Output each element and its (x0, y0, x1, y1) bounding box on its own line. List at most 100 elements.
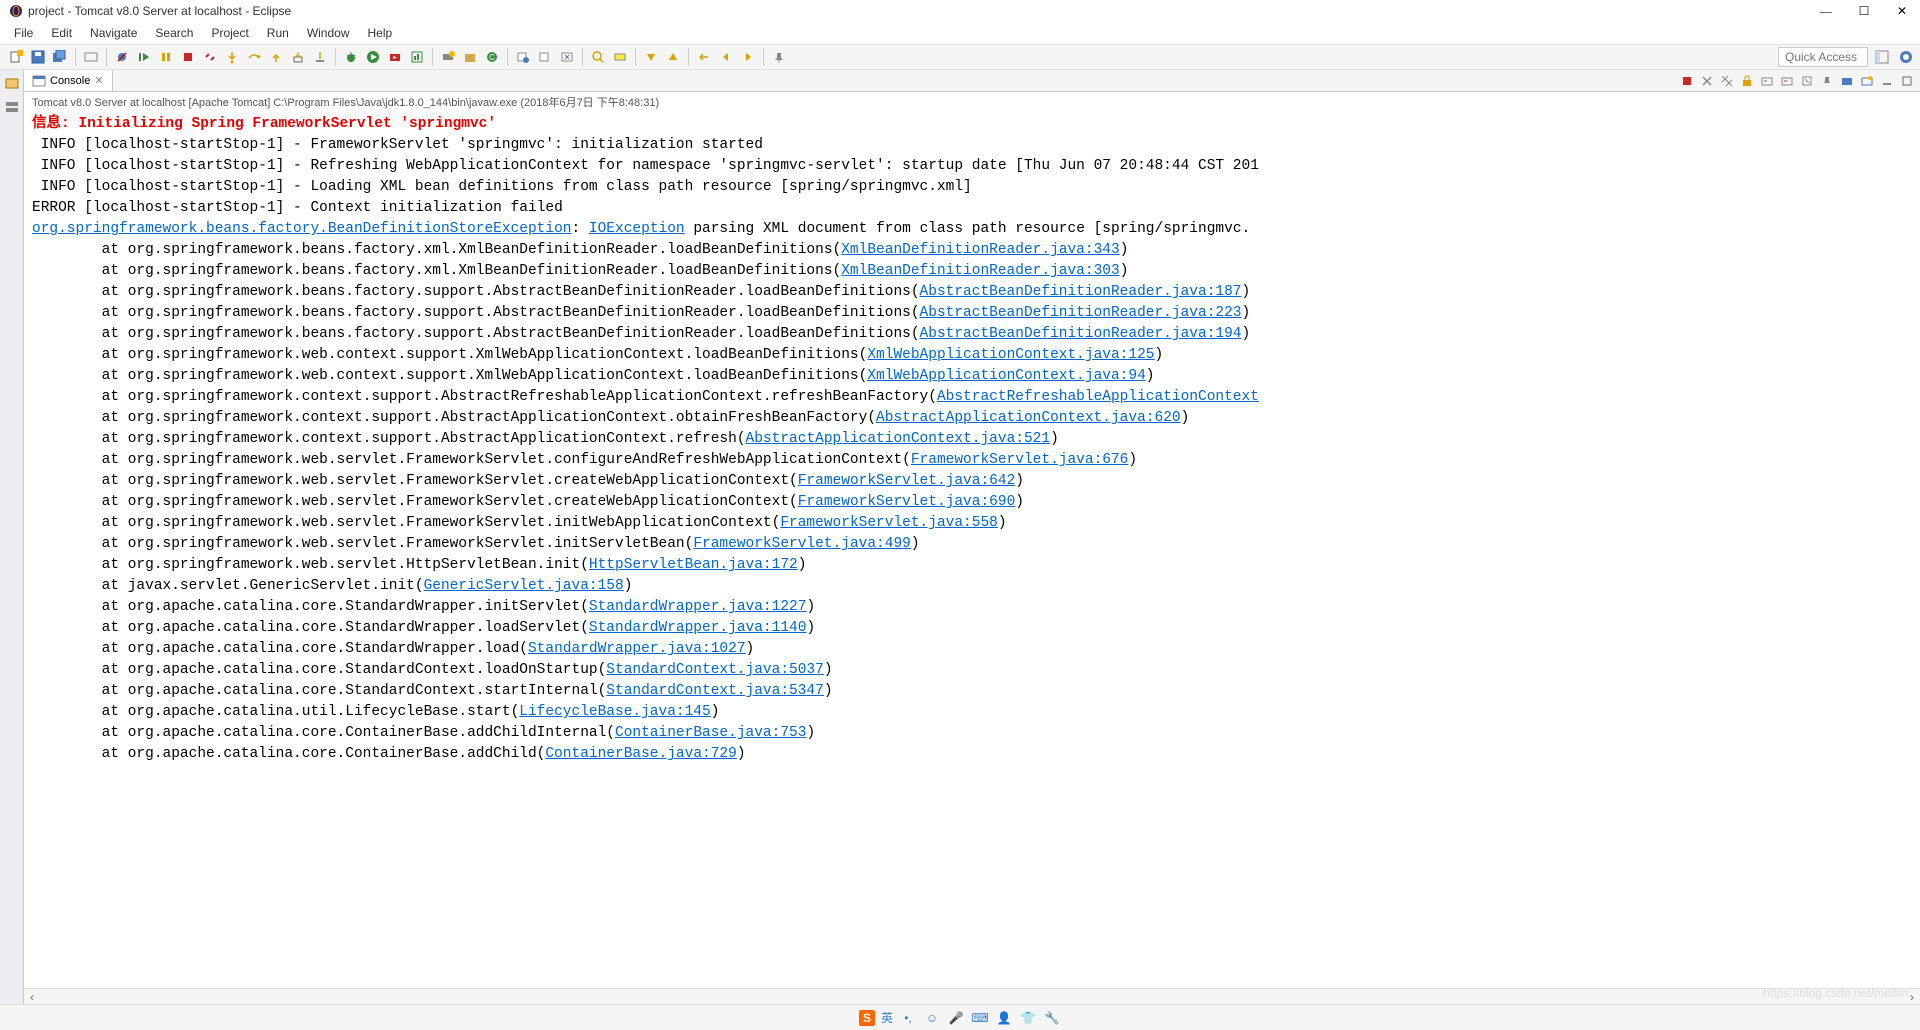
stacktrace-link[interactable]: XmlWebApplicationContext.java:125 (867, 347, 1154, 363)
forward-button[interactable] (738, 47, 758, 67)
open-perspective-button[interactable] (1872, 47, 1892, 67)
save-button[interactable] (28, 47, 48, 67)
show-console-on-output-icon[interactable] (1758, 72, 1776, 90)
show-console-on-error-icon[interactable] (1778, 72, 1796, 90)
search-button[interactable] (588, 47, 608, 67)
stacktrace-link[interactable]: FrameworkServlet.java:558 (780, 515, 998, 531)
stacktrace-link[interactable]: StandardContext.java:5037 (606, 662, 824, 678)
open-task-button[interactable] (513, 47, 533, 67)
new-java-package-button[interactable] (460, 47, 480, 67)
stacktrace-link[interactable]: GenericServlet.java:158 (424, 578, 624, 594)
quick-access-input[interactable] (1778, 47, 1868, 67)
stacktrace-link[interactable]: FrameworkServlet.java:676 (911, 452, 1129, 468)
package-explorer-icon[interactable] (3, 74, 21, 92)
console-tab-close-icon[interactable]: ✕ (94, 74, 103, 87)
next-annotation-button[interactable] (641, 47, 661, 67)
pin-editor-button[interactable] (769, 47, 789, 67)
shirt-icon[interactable]: 👕 (1019, 1009, 1037, 1027)
stacktrace-link[interactable]: LifecycleBase.java:145 (519, 704, 710, 720)
open-console-icon[interactable] (1858, 72, 1876, 90)
close-button[interactable]: ✕ (1892, 4, 1912, 19)
run-button[interactable] (363, 47, 383, 67)
new-task-button[interactable] (535, 47, 555, 67)
ime-badge[interactable]: S (859, 1010, 875, 1026)
menu-window[interactable]: Window (299, 24, 358, 42)
menu-run[interactable]: Run (259, 24, 297, 42)
menu-search[interactable]: Search (147, 24, 201, 42)
stacktrace-link[interactable]: AbstractRefreshableApplicationContext (937, 389, 1259, 405)
remove-launch-icon[interactable] (1698, 72, 1716, 90)
clear-console-icon[interactable] (1798, 72, 1816, 90)
menu-project[interactable]: Project (203, 24, 256, 42)
menu-edit[interactable]: Edit (43, 24, 80, 42)
stacktrace-link[interactable]: AbstractBeanDefinitionReader.java:223 (920, 305, 1242, 321)
stacktrace-link[interactable]: ContainerBase.java:753 (615, 725, 806, 741)
mic-icon[interactable]: 🎤 (947, 1009, 965, 1027)
stacktrace-link[interactable]: StandardWrapper.java:1140 (589, 620, 807, 636)
new-type-button[interactable]: C (482, 47, 502, 67)
exception-link[interactable]: org.springframework.beans.factory.BeanDe… (32, 221, 572, 237)
scroll-left-icon[interactable]: ‹ (24, 990, 40, 1004)
stacktrace-link[interactable]: AbstractApplicationContext.java:620 (876, 410, 1181, 426)
toggle-mark-occurrences-button[interactable] (610, 47, 630, 67)
disconnect-button[interactable] (200, 47, 220, 67)
debug-button[interactable] (341, 47, 361, 67)
ime-language[interactable]: 英 (881, 1009, 893, 1026)
java-ee-perspective-button[interactable] (1896, 47, 1916, 67)
stacktrace-link[interactable]: FrameworkServlet.java:642 (798, 473, 1016, 489)
switch-editor-button[interactable] (81, 47, 101, 67)
save-all-button[interactable] (50, 47, 70, 67)
terminate-button[interactable] (178, 47, 198, 67)
coverage-button[interactable] (407, 47, 427, 67)
scroll-lock-icon[interactable] (1738, 72, 1756, 90)
suspend-button[interactable] (156, 47, 176, 67)
terminate-icon[interactable] (1678, 72, 1696, 90)
stacktrace-link[interactable]: StandardContext.java:5347 (606, 683, 824, 699)
stacktrace-link[interactable]: XmlBeanDefinitionReader.java:343 (841, 242, 1119, 258)
stacktrace-link[interactable]: AbstractApplicationContext.java:521 (746, 431, 1051, 447)
person-icon[interactable]: 👤 (995, 1009, 1013, 1027)
minimize-view-icon[interactable] (1878, 72, 1896, 90)
menu-navigate[interactable]: Navigate (82, 24, 145, 42)
stacktrace-link[interactable]: AbstractBeanDefinitionReader.java:194 (920, 326, 1242, 342)
stacktrace-link[interactable]: FrameworkServlet.java:499 (693, 536, 911, 552)
step-return-button[interactable] (266, 47, 286, 67)
stacktrace-link[interactable]: AbstractBeanDefinitionReader.java:187 (920, 284, 1242, 300)
new-server-button[interactable] (438, 47, 458, 67)
step-over-button[interactable] (244, 47, 264, 67)
step-into-button[interactable] (222, 47, 242, 67)
new-button[interactable] (6, 47, 26, 67)
open-type-button[interactable] (557, 47, 577, 67)
stacktrace-link[interactable]: StandardWrapper.java:1027 (528, 641, 746, 657)
back-button[interactable] (716, 47, 736, 67)
drop-to-frame-button[interactable] (288, 47, 308, 67)
wrench-icon[interactable]: 🔧 (1043, 1009, 1061, 1027)
skip-breakpoints-button[interactable] (112, 47, 132, 67)
stacktrace-link[interactable]: FrameworkServlet.java:690 (798, 494, 1016, 510)
previous-annotation-button[interactable] (663, 47, 683, 67)
maximize-view-icon[interactable] (1898, 72, 1916, 90)
horizontal-scrollbar[interactable]: ‹ › (24, 988, 1920, 1004)
stacktrace-link[interactable]: XmlWebApplicationContext.java:94 (867, 368, 1145, 384)
menu-help[interactable]: Help (360, 24, 401, 42)
stacktrace-link[interactable]: HttpServletBean.java:172 (589, 557, 798, 573)
stacktrace-link[interactable]: XmlBeanDefinitionReader.java:303 (841, 263, 1119, 279)
exception-link[interactable]: IOException (589, 221, 685, 237)
emoji-icon[interactable]: ☺ (923, 1009, 941, 1027)
maximize-button[interactable]: ☐ (1854, 4, 1874, 19)
display-selected-console-icon[interactable] (1838, 72, 1856, 90)
menu-file[interactable]: File (6, 24, 41, 42)
console-output[interactable]: 信息: Initializing Spring FrameworkServlet… (24, 112, 1920, 988)
pin-console-icon[interactable] (1818, 72, 1836, 90)
stacktrace-link[interactable]: StandardWrapper.java:1227 (589, 599, 807, 615)
run-last-tool-button[interactable] (385, 47, 405, 67)
keyboard-icon[interactable]: ⌨ (971, 1009, 989, 1027)
console-tab[interactable]: Console ✕ (24, 70, 113, 91)
minimize-button[interactable]: — (1816, 4, 1836, 19)
use-step-filters-button[interactable] (310, 47, 330, 67)
resume-button[interactable] (134, 47, 154, 67)
last-edit-location-button[interactable] (694, 47, 714, 67)
servers-icon[interactable] (3, 98, 21, 116)
stacktrace-link[interactable]: ContainerBase.java:729 (545, 746, 736, 762)
remove-all-terminated-icon[interactable] (1718, 72, 1736, 90)
